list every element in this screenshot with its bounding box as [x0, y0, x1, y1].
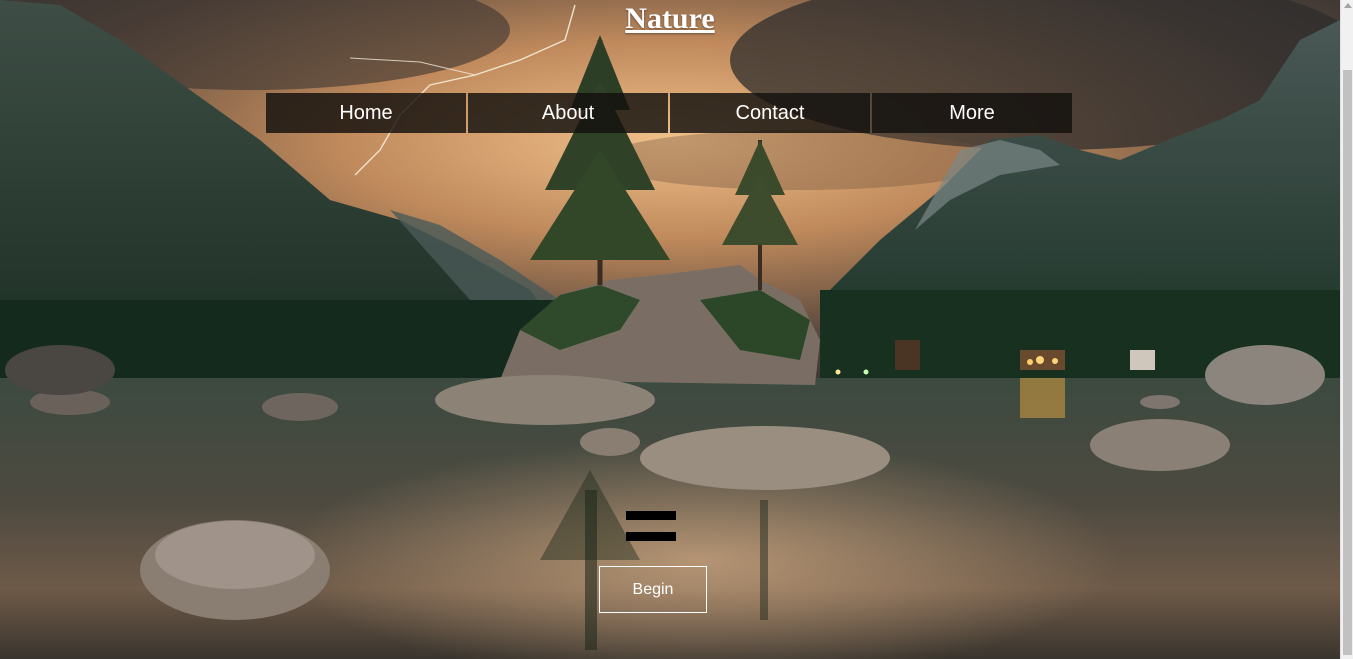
menu-icon-bar-top	[626, 511, 676, 520]
scroll-up-arrow-icon[interactable]	[1344, 3, 1352, 8]
begin-button[interactable]: Begin	[599, 566, 707, 613]
page: Nature Home About Contact More Begin	[0, 0, 1353, 659]
menu-icon-bar-bottom	[626, 532, 676, 541]
nav-item-contact[interactable]: Contact	[670, 93, 870, 133]
nav-item-about[interactable]: About	[468, 93, 668, 133]
hamburger-menu-icon[interactable]	[626, 511, 676, 541]
page-title: Nature	[625, 2, 715, 35]
nav-item-more[interactable]: More	[872, 93, 1072, 133]
nav-item-home[interactable]: Home	[266, 93, 466, 133]
vertical-scrollbar[interactable]	[1340, 0, 1353, 659]
main-navigation: Home About Contact More	[266, 93, 1072, 133]
scrollbar-thumb[interactable]	[1343, 70, 1352, 655]
